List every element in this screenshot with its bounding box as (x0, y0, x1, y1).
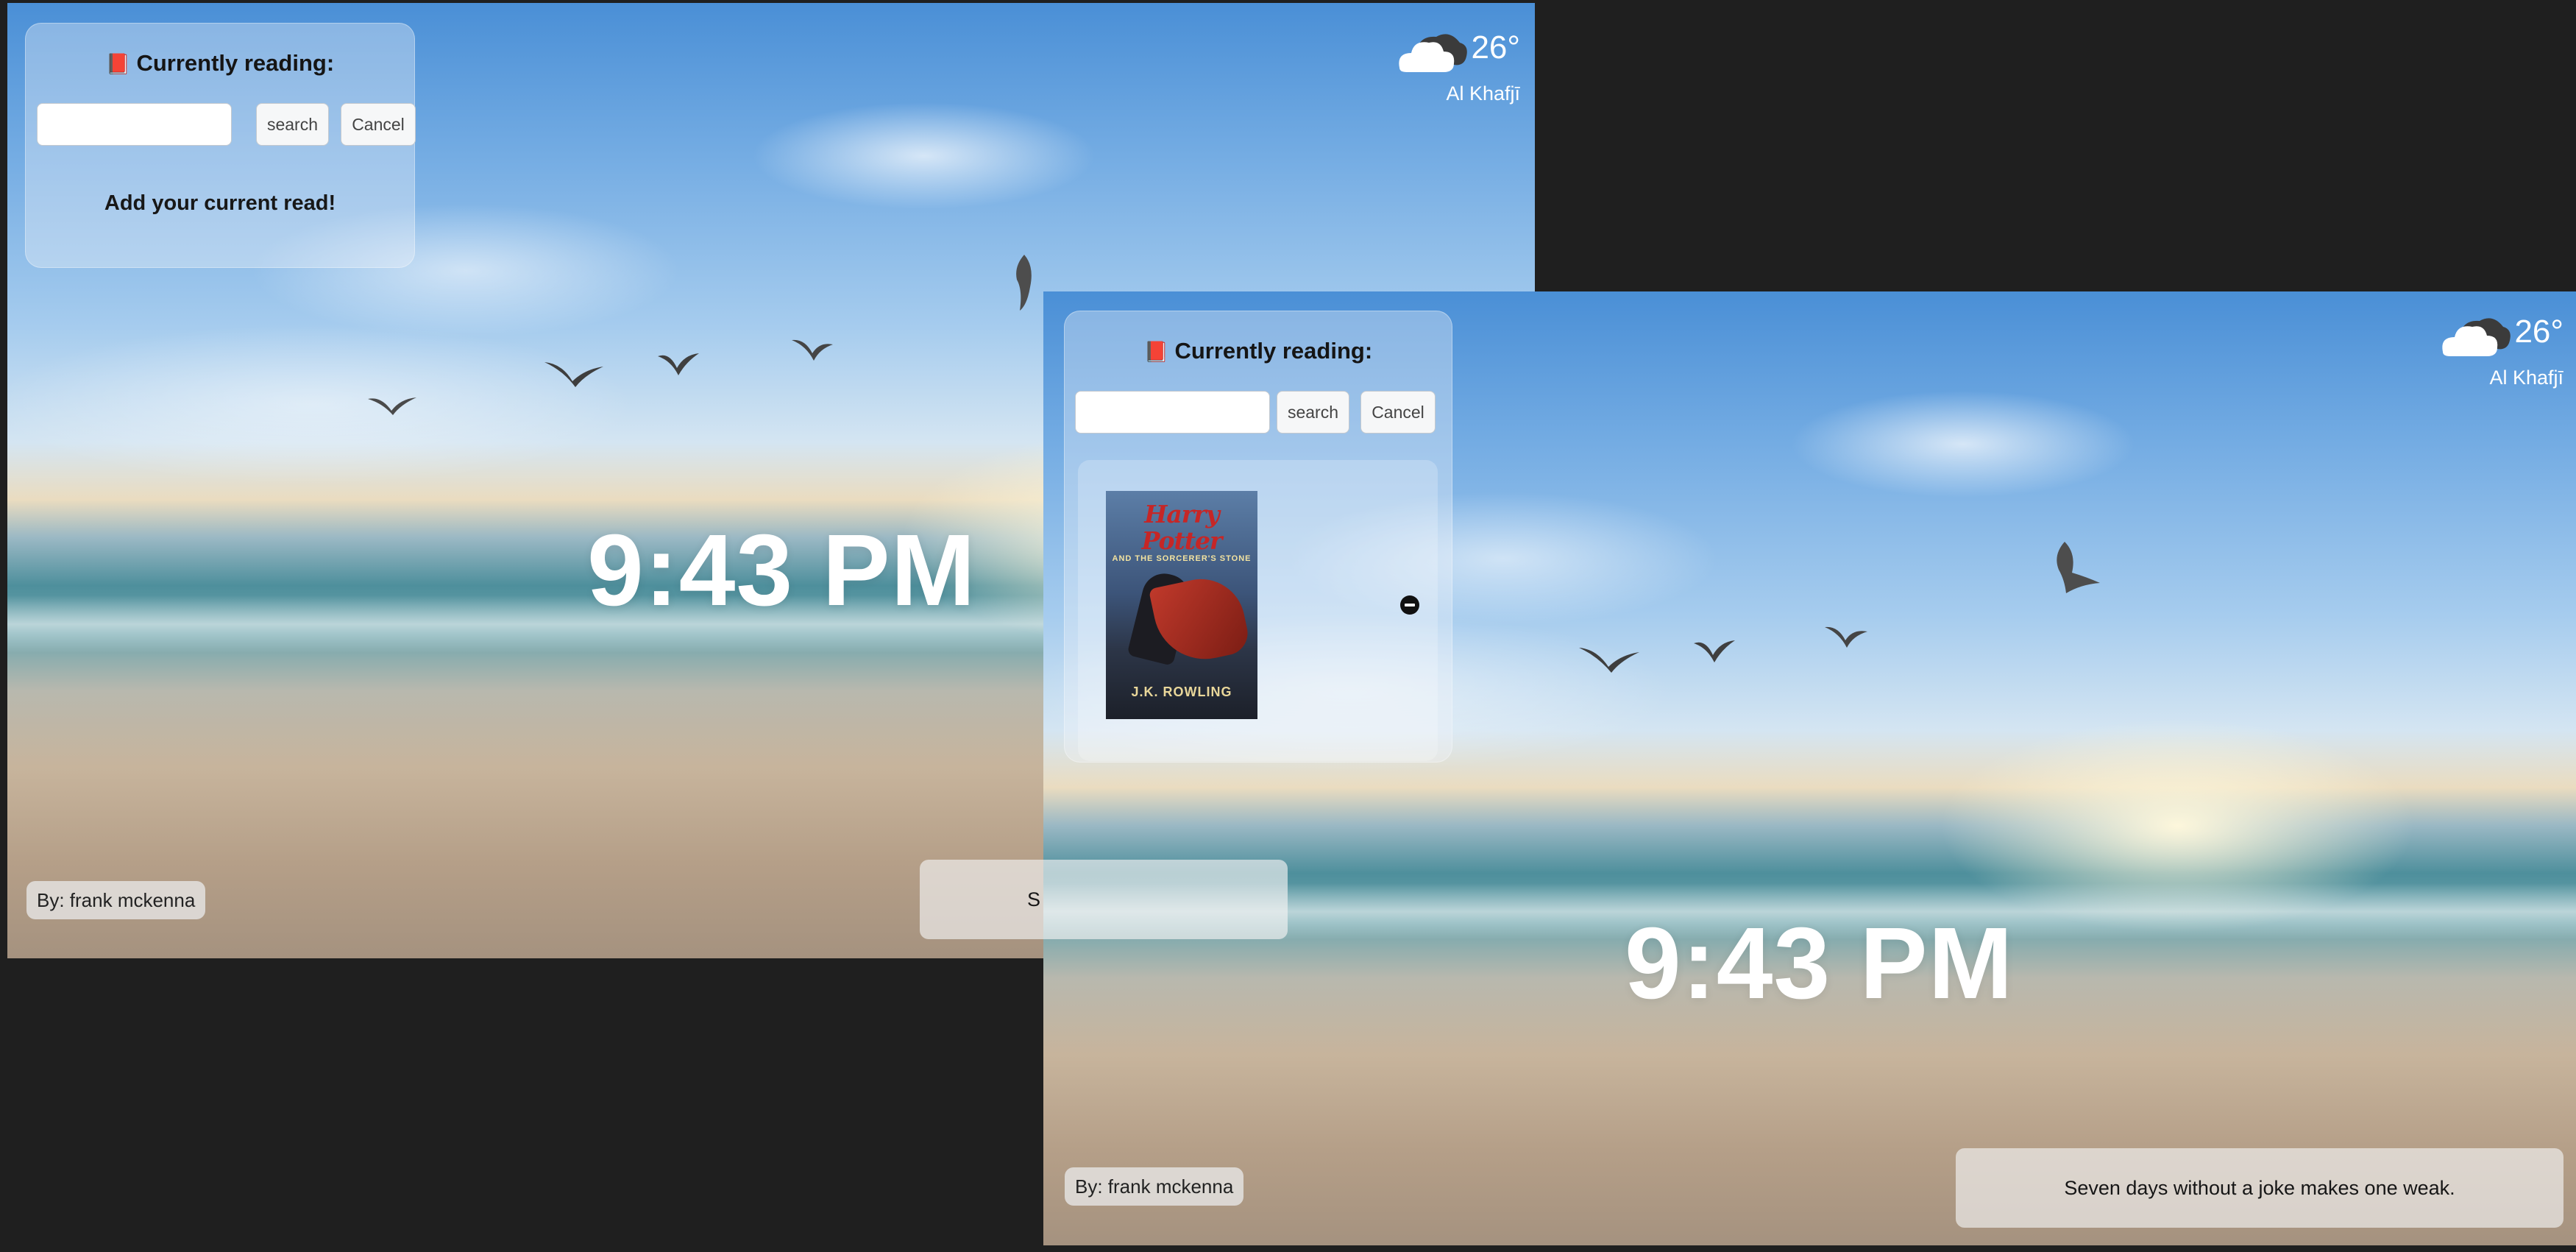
seagull-icon (2043, 539, 2101, 598)
photo-credit[interactable]: By: frank mckenna (26, 881, 206, 919)
currently-reading-panel: 📕 Currently reading: search Cancel Harry … (1064, 311, 1452, 763)
cloud-icon (1399, 34, 1467, 72)
seagull-icon (1822, 623, 1870, 649)
minus-circle-icon[interactable] (1400, 595, 1419, 615)
weather-widget: 26° Al Khafjī (1351, 26, 1520, 107)
quote-box: Seven days without a joke makes one weak… (1956, 1148, 2563, 1228)
seagull-icon (1578, 645, 1641, 674)
quote-text: S (1027, 888, 1041, 910)
screenshot-book-added: 📕 Currently reading: search Cancel Harry … (1043, 291, 2576, 1245)
search-button[interactable]: search (256, 103, 329, 146)
seagull-icon (789, 336, 836, 362)
book-search-input[interactable] (37, 103, 232, 146)
quote-box: S (920, 860, 1288, 939)
currently-reading-title: 📕 Currently reading: (1143, 338, 1373, 364)
seagull-icon (1010, 253, 1039, 312)
weather-location: Al Khafjī (1446, 82, 1520, 105)
weather-widget: 26° Al Khafjī (2394, 311, 2563, 392)
search-button[interactable]: search (1277, 391, 1349, 434)
book-cover-author: J.K. ROWLING (1131, 685, 1232, 699)
book-cover-title: Harry Potter (1141, 500, 1223, 555)
quote-text: Seven days without a joke makes one weak… (2064, 1177, 2455, 1199)
book-icon: 📕 (105, 53, 131, 75)
temperature: 26° (1471, 29, 1520, 66)
photo-credit[interactable]: By: frank mckenna (1065, 1167, 1244, 1206)
clock-time: 9:43 PM (587, 514, 976, 627)
seagull-icon (543, 359, 605, 389)
book-icon: 📕 (1143, 341, 1169, 363)
seagull-icon (1691, 636, 1738, 664)
currently-reading-title: 📕 Currently reading: (105, 50, 335, 76)
temperature: 26° (2514, 314, 2563, 350)
add-current-read-text: Add your current read! (104, 191, 336, 215)
book-search-input[interactable] (1075, 391, 1270, 434)
current-book-card: Harry Potter AND THE SORCERER'S STONE J.… (1078, 460, 1438, 761)
currently-reading-panel: 📕 Currently reading: search Cancel Add yo… (25, 23, 416, 268)
book-cover-subtitle: AND THE SORCERER'S STONE (1112, 554, 1252, 563)
book-cover[interactable]: Harry Potter AND THE SORCERER'S STONE J.… (1106, 491, 1257, 719)
weather-location: Al Khafjī (2489, 367, 2563, 389)
seagull-icon (655, 349, 702, 377)
cloud-icon (2442, 318, 2511, 356)
clock-time: 9:43 PM (1625, 907, 2014, 1020)
cancel-button[interactable]: Cancel (341, 103, 416, 146)
cancel-button[interactable]: Cancel (1360, 391, 1436, 434)
seagull-icon (366, 395, 418, 417)
